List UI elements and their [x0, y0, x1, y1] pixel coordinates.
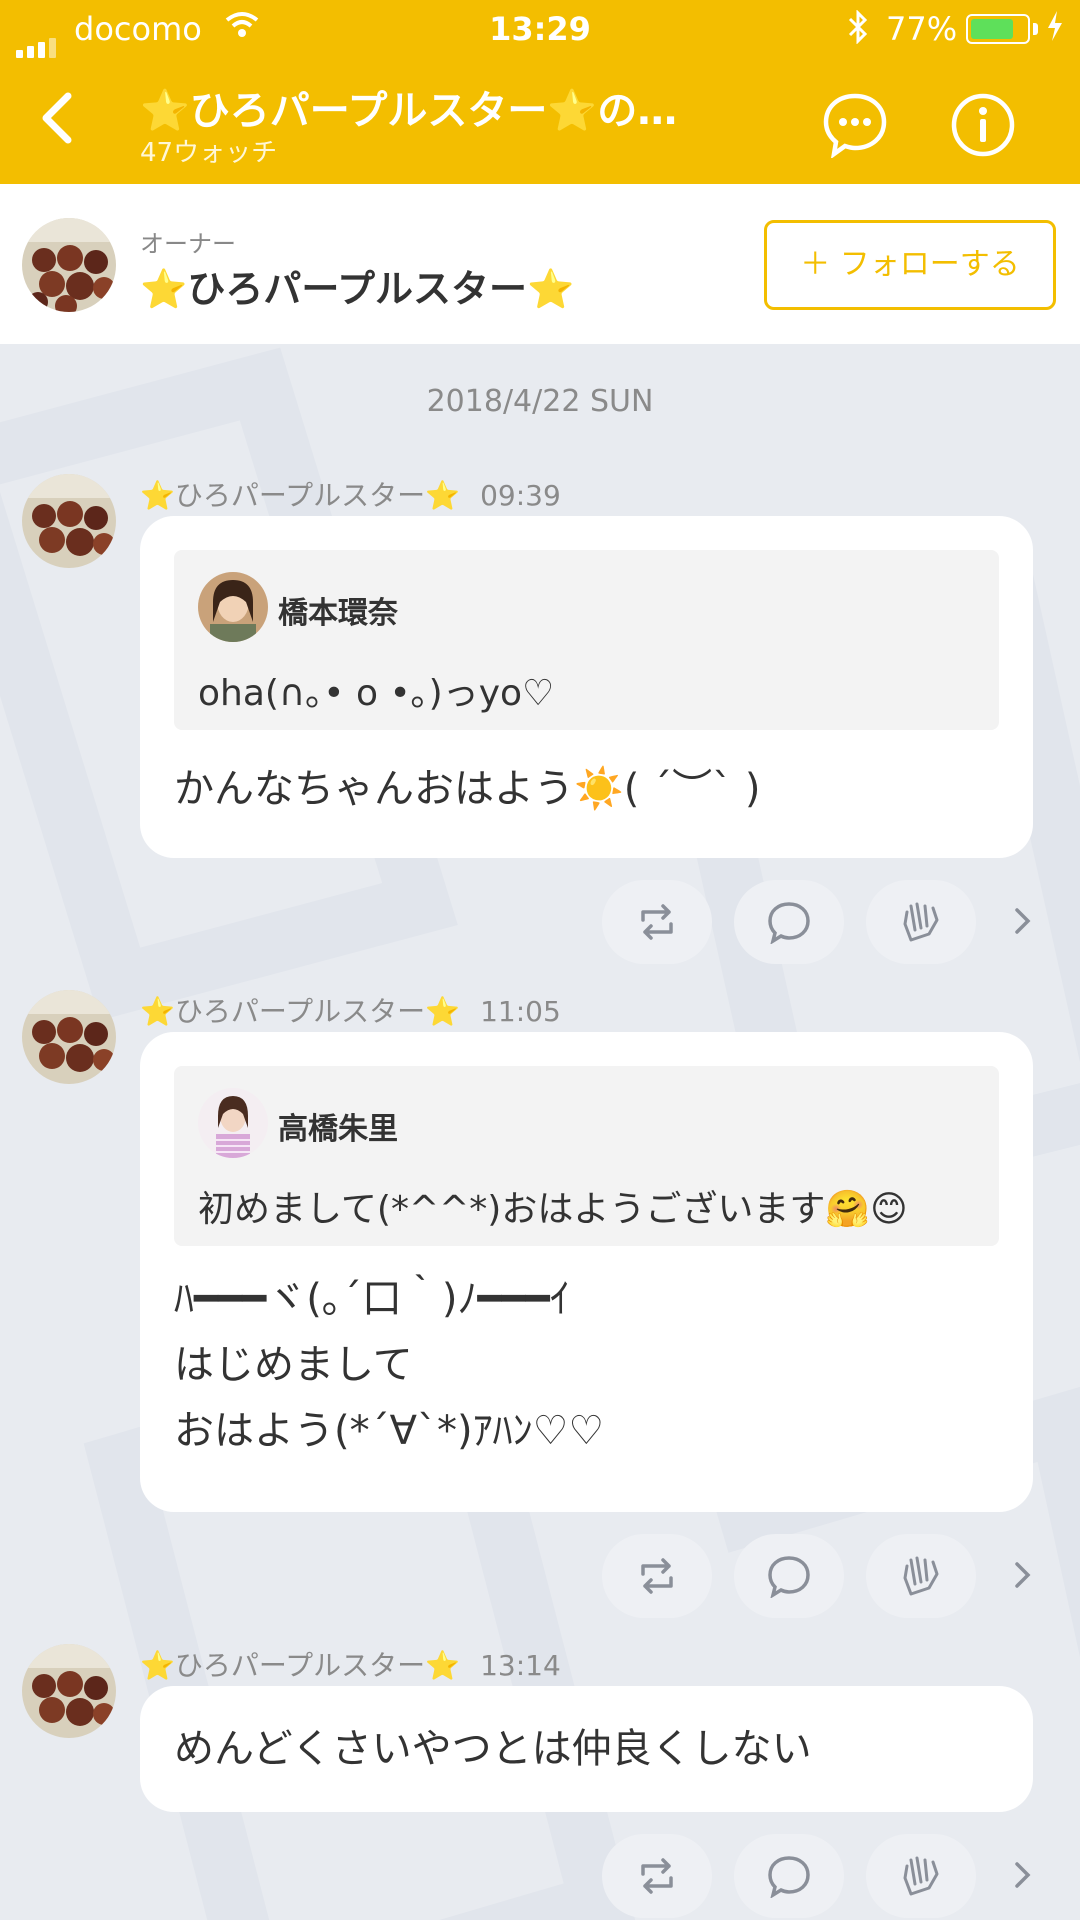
- author-avatar[interactable]: [22, 1644, 116, 1738]
- battery-level: [971, 19, 1013, 39]
- message-bubble[interactable]: 橋本環奈 oha(∩｡• o •｡)っyo♡ かんなちゃんおはよう☀️( ´︶`…: [140, 516, 1033, 858]
- repost-icon: [641, 904, 673, 940]
- message-text: めんどくさいやつとは仲良くしない: [174, 1726, 812, 1772]
- clap-button[interactable]: [866, 880, 976, 964]
- quoted-avatar: [198, 1088, 268, 1158]
- app-header: ⭐ひろパープルスター⭐の… 47ウォッチ: [0, 58, 1080, 184]
- post-author: ⭐ひろパープルスター⭐: [140, 479, 461, 512]
- post-time: 13:14: [480, 1649, 561, 1682]
- battery-icon: [966, 14, 1030, 44]
- battery-percent: 77%: [886, 10, 958, 48]
- message-line: ﾊ━━━ヾ(｡´口｀)ﾉ━━━ｲ: [174, 1276, 570, 1322]
- chevron-right-icon: [1015, 1562, 1031, 1588]
- post-actions: [0, 1534, 1080, 1618]
- owner-avatar[interactable]: [22, 218, 116, 312]
- page-title: ⭐ひろパープルスター⭐の…: [140, 88, 678, 134]
- quoted-message[interactable]: 橋本環奈 oha(∩｡• o •｡)っyo♡: [174, 550, 999, 730]
- post-actions: [0, 1834, 1080, 1918]
- repost-icon: [641, 1558, 673, 1594]
- message-line: おはよう(*´∀`*)ｱﾊﾝ♡♡: [174, 1408, 605, 1454]
- author-avatar[interactable]: [22, 990, 116, 1084]
- clap-icon: [903, 1856, 939, 1896]
- chevron-right-icon: [1015, 1862, 1031, 1888]
- message-text: ﾊ━━━ヾ(｡´口｀)ﾉ━━━ｲ はじめまして おはよう(*´∀`*)ｱﾊﾝ♡♡: [174, 1266, 604, 1464]
- post-time: 11:05: [480, 995, 561, 1028]
- post-time: 09:39: [480, 479, 561, 512]
- clap-button[interactable]: [866, 1534, 976, 1618]
- quoted-author: 高橋朱里: [278, 1112, 398, 1147]
- author-avatar[interactable]: [22, 474, 116, 568]
- quoted-author: 橋本環奈: [278, 596, 398, 631]
- bluetooth-icon: [846, 9, 870, 52]
- post-meta: ⭐ひろパープルスター⭐ 13:14: [140, 1644, 561, 1684]
- speech-bubble-icon: [823, 93, 887, 160]
- repost-button[interactable]: [602, 880, 712, 964]
- post-author: ⭐ひろパープルスター⭐: [140, 995, 461, 1028]
- repost-button[interactable]: [602, 1534, 712, 1618]
- follow-button[interactable]: ＋ フォローする: [764, 220, 1056, 310]
- post-meta: ⭐ひろパープルスター⭐ 09:39: [140, 474, 561, 514]
- post-author: ⭐ひろパープルスター⭐: [140, 1649, 461, 1682]
- owner-name[interactable]: ⭐ひろパープルスター⭐: [140, 258, 574, 313]
- post-meta: ⭐ひろパープルスター⭐ 11:05: [140, 990, 561, 1030]
- clap-icon: [903, 1556, 939, 1596]
- owner-role: オーナー: [140, 230, 236, 258]
- clap-icon: [903, 902, 939, 942]
- comment-button[interactable]: [734, 1834, 844, 1918]
- post-actions: [0, 880, 1080, 964]
- message-bubble[interactable]: めんどくさいやつとは仲良くしない: [140, 1686, 1033, 1812]
- comment-icon: [768, 1856, 810, 1898]
- quoted-text: 初めまして(*^^*)おはようございます🤗😊: [198, 1189, 908, 1230]
- clap-button[interactable]: [866, 1834, 976, 1918]
- message-line: はじめまして: [174, 1342, 413, 1388]
- repost-icon: [641, 1858, 673, 1894]
- more-button[interactable]: [1008, 1852, 1038, 1898]
- date-separator: 2018/4/22 SUN: [426, 384, 654, 419]
- repost-button[interactable]: [602, 1834, 712, 1918]
- message-text: かんなちゃんおはよう☀️( ´︶` ): [174, 766, 761, 812]
- chevron-left-icon: [42, 92, 72, 144]
- more-button[interactable]: [1008, 898, 1038, 944]
- owner-bar: オーナー ⭐ひろパープルスター⭐ ＋ フォローする: [0, 184, 1080, 344]
- quoted-text: oha(∩｡• o •｡)っyo♡: [198, 673, 555, 714]
- charging-icon: [1046, 10, 1064, 49]
- comment-icon: [768, 902, 810, 944]
- info-icon: [951, 93, 1015, 157]
- watch-count: 47ウォッチ: [140, 138, 278, 168]
- message-bubble[interactable]: 高橋朱里 初めまして(*^^*)おはようございます🤗😊 ﾊ━━━ヾ(｡´口｀)ﾉ…: [140, 1032, 1033, 1512]
- battery-tip: [1033, 23, 1038, 35]
- comment-button[interactable]: [734, 880, 844, 964]
- timeline[interactable]: 2018/4/22 SUN ⭐ひろパープルスター⭐ 09:39 橋本環奈 oha(…: [0, 344, 1080, 1920]
- chat-button[interactable]: [822, 92, 888, 160]
- quoted-message[interactable]: 高橋朱里 初めまして(*^^*)おはようございます🤗😊: [174, 1066, 999, 1246]
- info-button[interactable]: [950, 92, 1016, 158]
- status-bar: docomo 13:29 77%: [0, 0, 1080, 58]
- comment-icon: [768, 1556, 810, 1598]
- chevron-right-icon: [1015, 908, 1031, 934]
- comment-button[interactable]: [734, 1534, 844, 1618]
- back-button[interactable]: [30, 88, 90, 148]
- more-button[interactable]: [1008, 1552, 1038, 1598]
- quoted-avatar: [198, 572, 268, 642]
